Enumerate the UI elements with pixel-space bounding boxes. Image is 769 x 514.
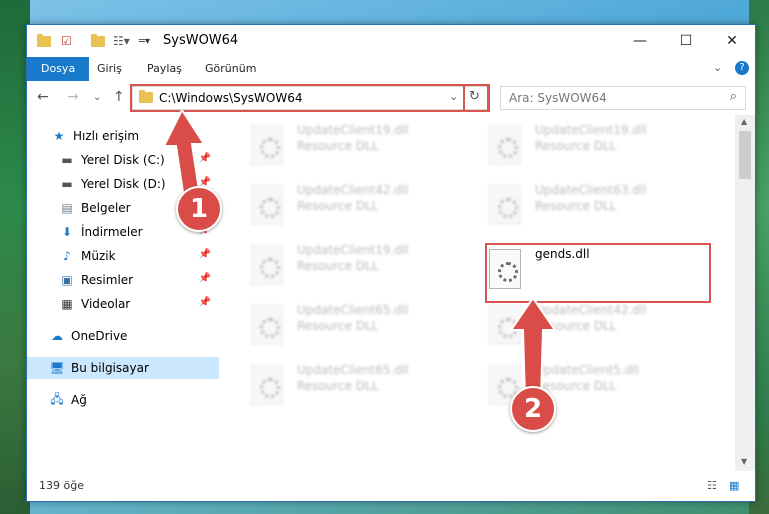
sidebar-item-label: Hızlı erişim bbox=[73, 129, 140, 143]
video-icon: ▦ bbox=[61, 297, 73, 311]
file-list: UpdateClient19.dll Resource DLL UpdateCl… bbox=[219, 115, 735, 471]
file-icon bbox=[251, 305, 283, 345]
properties-icon[interactable]: ☑ bbox=[61, 32, 72, 50]
tab-file[interactable]: Dosya bbox=[27, 57, 90, 81]
drive-icon: ▬ bbox=[61, 177, 73, 191]
file-icon bbox=[251, 365, 283, 405]
file-description: Resource DLL bbox=[297, 199, 379, 213]
file-item[interactable]: UpdateClient19.dll Resource DLL bbox=[251, 243, 491, 295]
folder-icon bbox=[37, 32, 51, 50]
file-item[interactable]: UpdateClient65.dll Resource DLL bbox=[251, 363, 491, 415]
network-icon: 🖧 bbox=[50, 391, 64, 406]
sidebar-item-label: Müzik bbox=[81, 249, 116, 263]
toolbar-dropdown-icon[interactable]: ═▾ bbox=[139, 32, 150, 50]
customize-toolbar-icon[interactable]: ☷▾ bbox=[113, 32, 130, 50]
file-description: Resource DLL bbox=[535, 139, 617, 153]
pictures-icon: ▣ bbox=[61, 273, 73, 287]
up-arrow-icon[interactable]: ↑ bbox=[113, 89, 125, 105]
close-button[interactable]: ✕ bbox=[709, 25, 755, 57]
sidebar-item-label: Ağ bbox=[71, 393, 87, 407]
sidebar-item-label: OneDrive bbox=[71, 329, 128, 343]
document-icon: ▤ bbox=[61, 201, 73, 215]
file-icon bbox=[251, 125, 283, 165]
file-highlight bbox=[485, 243, 711, 303]
tab-share[interactable]: Paylaş bbox=[147, 57, 182, 81]
address-highlight bbox=[130, 84, 490, 112]
file-description: Resource DLL bbox=[535, 199, 617, 213]
star-icon: ★ bbox=[53, 129, 65, 143]
title-bar: ☑ ☷▾ ═▾ SysWOW64 — ☐ ✕ bbox=[27, 25, 755, 57]
drive-icon: ▬ bbox=[61, 153, 73, 167]
file-description: Resource DLL bbox=[297, 379, 379, 393]
sidebar-item-label: Videolar bbox=[81, 297, 131, 311]
sidebar-item-label: İndirmeler bbox=[81, 225, 143, 239]
tab-home[interactable]: Giriş bbox=[97, 57, 122, 81]
file-description: Resource DLL bbox=[297, 139, 379, 153]
new-folder-icon[interactable] bbox=[91, 32, 105, 50]
ribbon: Dosya Giriş Paylaş Görünüm ⌄ ? bbox=[27, 57, 755, 82]
file-name: UpdateClient65.dll bbox=[297, 363, 409, 377]
expand-ribbon-icon[interactable]: ⌄ bbox=[713, 61, 722, 74]
navigation-bar: ← → ⌄ ↑ C:\Windows\SysWOW64 ⌄ ↻ Ara: Sys… bbox=[27, 81, 755, 115]
file-item[interactable]: UpdateClient19.dll Resource DLL bbox=[489, 123, 729, 175]
sidebar-item-this-pc[interactable]: 🖥 Bu bilgisayar bbox=[27, 357, 219, 379]
window-title: SysWOW64 bbox=[163, 33, 239, 48]
file-item[interactable]: UpdateClient65.dll Resource DLL bbox=[251, 303, 491, 355]
pin-icon[interactable]: 📌 bbox=[199, 273, 211, 284]
sidebar-item-pictures[interactable]: ▣ Resimler 📌 bbox=[27, 269, 219, 291]
status-bar: 139 öğe ☷ ▦ bbox=[27, 471, 755, 501]
search-placeholder: Ara: SysWOW64 bbox=[509, 91, 607, 105]
scrollbar-thumb[interactable] bbox=[739, 131, 751, 179]
sidebar-item-onedrive[interactable]: ☁ OneDrive bbox=[27, 325, 219, 347]
file-item[interactable]: UpdateClient42.dll Resource DLL bbox=[251, 183, 491, 235]
file-icon bbox=[251, 185, 283, 225]
cloud-icon: ☁ bbox=[51, 329, 63, 343]
search-input[interactable]: Ara: SysWOW64 ⌕ bbox=[500, 86, 746, 110]
music-icon: ♪ bbox=[63, 249, 71, 263]
pin-icon[interactable]: 📌 bbox=[199, 297, 211, 308]
file-name: UpdateClient19.dll bbox=[297, 123, 409, 137]
sidebar-item-videos[interactable]: ▦ Videolar 📌 bbox=[27, 293, 219, 315]
file-name: UpdateClient19.dll bbox=[535, 123, 647, 137]
file-name: UpdateClient19.dll bbox=[297, 243, 409, 257]
sidebar-item-label: Bu bilgisayar bbox=[71, 361, 149, 375]
file-description: Resource DLL bbox=[297, 319, 379, 333]
callout-badge-1: 1 bbox=[176, 186, 222, 232]
sidebar-item-label: Belgeler bbox=[81, 201, 131, 215]
file-name: UpdateClient63.dll bbox=[535, 183, 647, 197]
file-explorer-window: ☑ ☷▾ ═▾ SysWOW64 — ☐ ✕ Dosya Giriş Payla… bbox=[26, 24, 756, 502]
pin-icon[interactable]: 📌 bbox=[199, 249, 211, 260]
file-icon bbox=[489, 125, 521, 165]
forward-arrow-icon[interactable]: → bbox=[67, 89, 79, 105]
large-icons-view-icon[interactable]: ▦ bbox=[729, 479, 739, 492]
file-name: UpdateClient42.dll bbox=[297, 183, 409, 197]
computer-icon: 🖥 bbox=[49, 361, 65, 375]
sidebar-item-label: Resimler bbox=[81, 273, 134, 287]
file-icon bbox=[489, 185, 521, 225]
file-item[interactable]: UpdateClient19.dll Resource DLL bbox=[251, 123, 491, 175]
callout-badge-2: 2 bbox=[510, 386, 556, 432]
file-name: UpdateClient65.dll bbox=[297, 303, 409, 317]
back-arrow-icon[interactable]: ← bbox=[37, 89, 49, 105]
sidebar-item-music[interactable]: ♪ Müzik 📌 bbox=[27, 245, 219, 267]
minimize-button[interactable]: — bbox=[617, 25, 663, 57]
item-count: 139 öğe bbox=[39, 479, 84, 492]
file-description: Resource DLL bbox=[297, 259, 379, 273]
recent-locations-icon[interactable]: ⌄ bbox=[93, 92, 101, 103]
maximize-button[interactable]: ☐ bbox=[663, 25, 709, 57]
scroll-up-icon[interactable]: ▲ bbox=[741, 117, 747, 126]
search-icon: ⌕ bbox=[729, 89, 737, 104]
refresh-highlight bbox=[463, 84, 489, 112]
tab-view[interactable]: Görünüm bbox=[205, 57, 256, 81]
file-icon bbox=[251, 245, 283, 285]
file-item[interactable]: UpdateClient63.dll Resource DLL bbox=[489, 183, 729, 235]
sidebar-item-network[interactable]: 🖧 Ağ bbox=[27, 389, 219, 411]
scroll-down-icon[interactable]: ▼ bbox=[741, 457, 747, 466]
details-view-icon[interactable]: ☷ bbox=[707, 479, 717, 492]
help-icon[interactable]: ? bbox=[735, 61, 749, 75]
download-icon: ⬇ bbox=[61, 225, 73, 239]
vertical-scrollbar[interactable]: ▲ ▼ bbox=[735, 115, 755, 471]
